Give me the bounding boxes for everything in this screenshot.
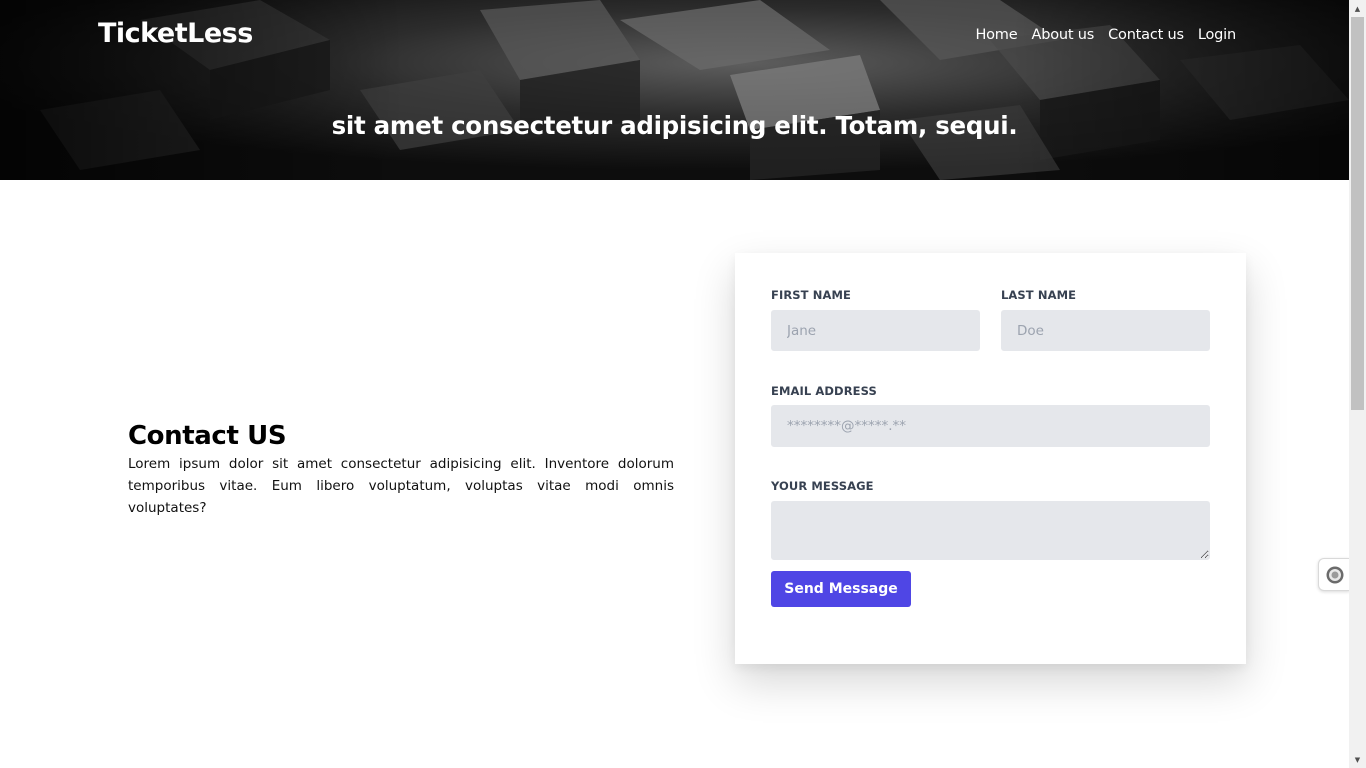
brand-logo[interactable]: TicketLess: [98, 18, 253, 49]
contact-heading: Contact US: [128, 421, 287, 451]
message-textarea[interactable]: [771, 501, 1210, 560]
scroll-up-arrow-icon[interactable]: ▲: [1349, 0, 1366, 17]
last-name-label: LAST NAME: [1001, 288, 1077, 302]
first-name-label: FIRST NAME: [771, 288, 851, 302]
last-name-input[interactable]: [1001, 310, 1210, 351]
scroll-down-arrow-icon[interactable]: ▼: [1349, 751, 1366, 768]
nav-contact-us[interactable]: Contact us: [1108, 27, 1184, 43]
hero-tagline: sit amet consectetur adipisicing elit. T…: [331, 111, 1018, 140]
nav-home[interactable]: Home: [975, 27, 1017, 43]
send-message-button[interactable]: Send Message: [771, 571, 911, 607]
hero-header: TicketLess Home About us Contact us Logi…: [0, 0, 1349, 180]
nav-about-us[interactable]: About us: [1031, 27, 1094, 43]
nav-login[interactable]: Login: [1198, 27, 1236, 43]
message-label: YOUR MESSAGE: [771, 479, 874, 493]
accessibility-widget-icon: [1326, 566, 1343, 583]
contact-form: FIRST NAME LAST NAME EMAIL ADDRESS YOUR …: [735, 253, 1246, 664]
side-widget-button[interactable]: [1318, 558, 1350, 591]
email-input[interactable]: [771, 405, 1210, 447]
scrollbar-thumb[interactable]: [1351, 17, 1364, 410]
main-nav: Home About us Contact us Login: [975, 27, 1236, 43]
email-label: EMAIL ADDRESS: [771, 384, 877, 398]
contact-description: Lorem ipsum dolor sit amet consectetur a…: [128, 456, 674, 516]
first-name-input[interactable]: [771, 310, 980, 351]
page-scrollbar[interactable]: ▲ ▼: [1349, 0, 1366, 768]
